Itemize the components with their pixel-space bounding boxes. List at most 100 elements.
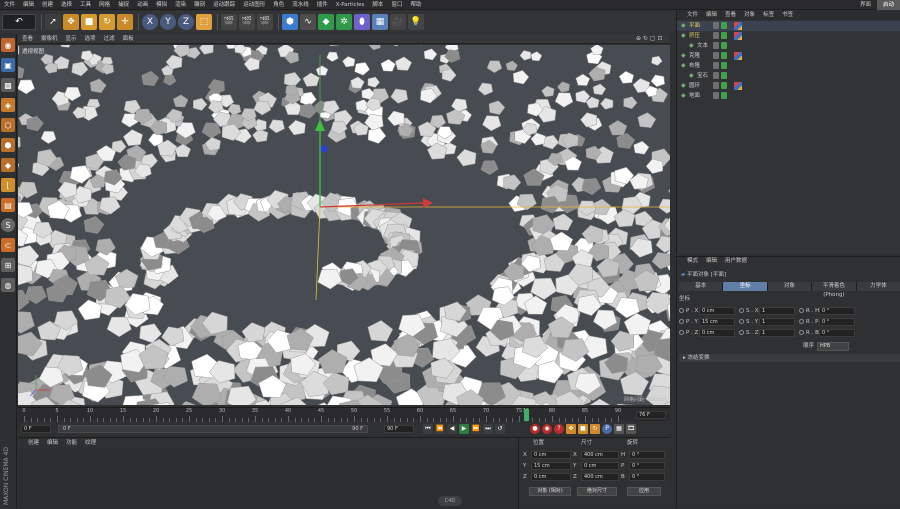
scene-button[interactable]: ▦ bbox=[372, 14, 388, 30]
coord-size-field[interactable]: 0 cm bbox=[581, 462, 619, 470]
keyframe-dot-icon[interactable] bbox=[739, 330, 744, 335]
menu-item-5[interactable]: 网格 bbox=[95, 0, 114, 10]
material-menu-create[interactable]: 创建 bbox=[24, 439, 43, 448]
light-button[interactable]: 💡 bbox=[408, 14, 424, 30]
scale-tool-button[interactable]: ■ bbox=[81, 14, 97, 30]
make-editable-button[interactable]: ◉ bbox=[1, 38, 15, 52]
object-visibility[interactable] bbox=[713, 82, 727, 89]
edges-mode-button[interactable]: ⬢ bbox=[1, 138, 15, 152]
menu-item-15[interactable]: 插件 bbox=[313, 0, 332, 10]
timeline-playhead[interactable] bbox=[524, 409, 529, 421]
menu-item-18[interactable]: 窗口 bbox=[387, 0, 406, 10]
mograph-button[interactable]: ✲ bbox=[336, 14, 352, 30]
attr-subtab-0[interactable]: 基本 bbox=[679, 282, 723, 291]
texture-mode-button[interactable]: ▩ bbox=[1, 78, 15, 92]
viewport-nav-icons[interactable]: ⊕ ↻ ▢ ⊡ bbox=[636, 34, 662, 44]
menu-item-8[interactable]: 模拟 bbox=[152, 0, 171, 10]
z-axis-handle-icon[interactable] bbox=[321, 146, 328, 153]
goto-end-button[interactable]: ⏭ bbox=[483, 424, 493, 434]
menu-item-4[interactable]: 工具 bbox=[76, 0, 95, 10]
keyframe-selection-button[interactable]: ? bbox=[554, 424, 564, 434]
autokey-button[interactable]: ◉ bbox=[542, 424, 552, 434]
size-mode-select[interactable]: 绝对尺寸 bbox=[577, 487, 617, 496]
menu-item-14[interactable]: 流水线 bbox=[288, 0, 313, 10]
model-mode-button[interactable]: ▣ bbox=[1, 58, 15, 72]
live-select-button[interactable]: ✛ bbox=[117, 14, 133, 30]
viewport-menu-item-3[interactable]: 选项 bbox=[81, 34, 100, 44]
object-visibility[interactable] bbox=[713, 62, 727, 69]
menu-item-7[interactable]: 动画 bbox=[133, 0, 152, 10]
keyframe-dot-icon[interactable] bbox=[679, 308, 684, 313]
undo-button[interactable]: ↶ bbox=[2, 14, 36, 30]
rot-field[interactable]: 0 ° bbox=[819, 307, 855, 315]
magnet-button[interactable]: ⊂ bbox=[1, 238, 15, 252]
attr-menu-mode[interactable]: 模式 bbox=[683, 257, 702, 266]
obj-menu-objects[interactable]: 对象 bbox=[740, 11, 759, 20]
key-param-button[interactable]: P bbox=[602, 424, 612, 434]
menu-item-3[interactable]: 选择 bbox=[57, 0, 76, 10]
menu-item-0[interactable]: 文件 bbox=[0, 0, 19, 10]
freeze-transform-section[interactable]: ▸ 冻结变换 bbox=[679, 354, 900, 362]
keyframe-dot-icon[interactable] bbox=[679, 319, 684, 324]
object-row[interactable]: ◆ 挤压 bbox=[677, 31, 900, 41]
camera-button[interactable]: 🎥 bbox=[390, 14, 406, 30]
scene-canvas[interactable] bbox=[18, 45, 670, 405]
menu-item-2[interactable]: 创建 bbox=[38, 0, 57, 10]
key-pla-button[interactable]: ▦ bbox=[614, 424, 624, 434]
menu-item-12[interactable]: 运动图形 bbox=[239, 0, 269, 10]
goto-start-button[interactable]: ⏮ bbox=[423, 424, 433, 434]
coordinate-system-button[interactable]: ⬚ bbox=[196, 14, 212, 30]
tweak-button[interactable]: ▤ bbox=[1, 198, 15, 212]
object-row[interactable]: ◆ 圆环 bbox=[677, 81, 900, 91]
object-visibility[interactable] bbox=[713, 32, 727, 39]
attr-menu-edit[interactable]: 编辑 bbox=[702, 257, 721, 266]
obj-menu-file[interactable]: 文件 bbox=[683, 11, 702, 20]
select-tool-button[interactable]: ➚ bbox=[45, 14, 61, 30]
solo-button[interactable]: ◍ bbox=[1, 278, 15, 292]
viewport-menu-item-1[interactable]: 摄像机 bbox=[37, 34, 62, 44]
nurbs-button[interactable]: ◆ bbox=[318, 14, 334, 30]
menu-item-11[interactable]: 运动跟踪 bbox=[209, 0, 239, 10]
keyframe-dot-icon[interactable] bbox=[739, 308, 744, 313]
scale-field[interactable]: 1 bbox=[759, 318, 795, 326]
menu-item-19[interactable]: 帮助 bbox=[406, 0, 425, 10]
object-row[interactable]: ◆ 宝石 bbox=[677, 71, 900, 81]
key-rotation-button[interactable]: ↻ bbox=[590, 424, 600, 434]
prev-frame-button[interactable]: ◀ bbox=[447, 424, 457, 434]
viewport-menu-item-0[interactable]: 查看 bbox=[18, 34, 37, 44]
material-menu-function[interactable]: 功能 bbox=[62, 439, 81, 448]
lock-button[interactable]: ⊞ bbox=[1, 258, 15, 272]
object-row[interactable]: ◆ 文本 bbox=[677, 41, 900, 51]
perspective-viewport[interactable]: 透视视图 网格间距: 100 cm bbox=[18, 45, 670, 405]
coord-position-field[interactable]: 0 cm bbox=[531, 473, 571, 481]
preview-range-slider[interactable]: 0 F 90 F bbox=[58, 425, 368, 433]
coord-rotation-field[interactable]: 0 ° bbox=[629, 473, 665, 481]
timeline-window-button[interactable]: 🎞 bbox=[626, 424, 636, 434]
material-menu-edit[interactable]: 编辑 bbox=[43, 439, 62, 448]
object-row[interactable]: ◆ 克隆 bbox=[677, 51, 900, 61]
rotate-tool-button[interactable]: ↻ bbox=[99, 14, 115, 30]
object-visibility[interactable] bbox=[713, 42, 727, 49]
object-row[interactable]: ◆ 布隆 bbox=[677, 61, 900, 71]
y-axis-handle-icon[interactable] bbox=[315, 119, 325, 131]
tag-icon[interactable] bbox=[734, 52, 742, 60]
coord-size-field[interactable]: 400 cm bbox=[581, 451, 619, 459]
axis-mode-button[interactable]: ⌊ bbox=[1, 178, 15, 192]
start-frame-field[interactable]: 0 F bbox=[21, 425, 51, 433]
pos-field[interactable]: 0 cm bbox=[699, 307, 735, 315]
coord-position-field[interactable]: 0 cm bbox=[531, 451, 571, 459]
attr-menu-userdata[interactable]: 用户数据 bbox=[721, 257, 751, 266]
scale-field[interactable]: 1 bbox=[759, 307, 795, 315]
rot-field[interactable]: 0 ° bbox=[819, 318, 855, 326]
loop-button[interactable]: ↺ bbox=[495, 424, 505, 434]
render-settings-button[interactable]: 🎬 bbox=[257, 14, 273, 30]
order-select[interactable]: HPB bbox=[817, 342, 849, 351]
rot-field[interactable]: 0 ° bbox=[819, 329, 855, 337]
deformer-button[interactable]: ⬮ bbox=[354, 14, 370, 30]
current-frame-field[interactable]: 76 F bbox=[636, 411, 666, 419]
coord-size-field[interactable]: 400 cm bbox=[581, 473, 619, 481]
layout-interface[interactable]: 界面 bbox=[854, 0, 877, 10]
prev-key-button[interactable]: ⏪ bbox=[435, 424, 445, 434]
end-frame-field[interactable]: 90 F bbox=[384, 425, 414, 433]
obj-menu-view[interactable]: 查看 bbox=[721, 11, 740, 20]
